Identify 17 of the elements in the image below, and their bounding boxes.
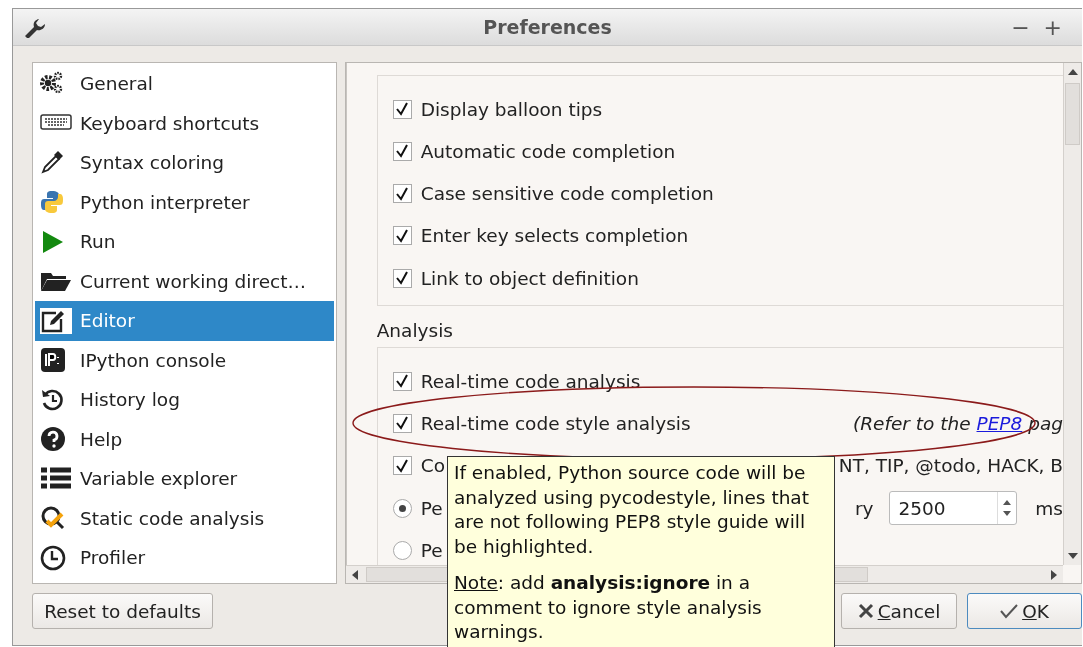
option-label: Co [420, 455, 445, 477]
option-label: ry [854, 497, 874, 519]
option-label: NT, TIP, @todo, HACK, B [838, 455, 1063, 477]
unit-label: ms [1035, 497, 1063, 519]
option-label: Link to object definition [420, 267, 639, 289]
option-label: Real-time code style analysis [420, 413, 691, 434]
tooltip-note: Note: add analysis:ignore in a comment to ignore style analysis warnings. [454, 571, 763, 644]
option-label: Display balloon tips [420, 98, 603, 120]
window-title: Preferences [483, 16, 612, 38]
option-label: Pe [420, 497, 443, 519]
option-label: Enter key selects completion [420, 225, 689, 247]
option-label: Case sensitive code completion [420, 183, 714, 205]
option-label: Automatic code completion [420, 140, 676, 162]
option-label: Pe [420, 539, 443, 561]
tooltip-text: If enabled, Python source code will be analyzed using pycodestyle, lines that are not following PEP8 style guide will be highlighted. [454, 461, 810, 559]
section-title: Analysis [376, 320, 454, 342]
option-label: Real-time code analysis [420, 370, 641, 392]
